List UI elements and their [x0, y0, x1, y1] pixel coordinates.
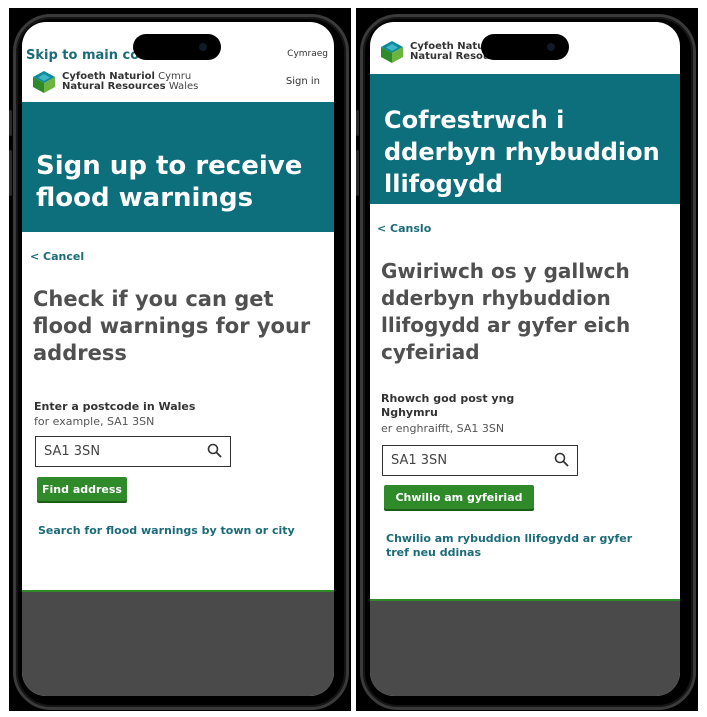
postcode-hint: for example, SA1 3SN — [34, 415, 155, 428]
nrw-logo-icon — [380, 40, 404, 64]
nrw-logo-icon — [32, 70, 56, 94]
postcode-input[interactable]: SA1 3SN — [382, 445, 578, 476]
search-by-town-link[interactable]: Chwilio am rybuddion llifogydd ar gyfer … — [386, 532, 646, 560]
left-screen: Skip to main co Cymraeg Cyfoeth Naturiol… — [22, 22, 334, 696]
left-notch — [133, 34, 221, 60]
postcode-label: Enter a postcode in Wales — [34, 400, 196, 413]
left-phone-mute-button — [9, 110, 12, 136]
page-footer — [22, 590, 334, 696]
page-heading: Check if you can get flood warnings for … — [33, 287, 311, 365]
page-banner-title: Sign up to receive flood warnings — [22, 102, 334, 232]
page-banner-title: Cofrestrwch i dderbyn rhybuddion llifogy… — [370, 74, 680, 204]
postcode-label: Rhowch god post yng Nghymru — [381, 392, 515, 419]
cancel-link[interactable]: < Cancel — [30, 250, 84, 263]
search-icon[interactable] — [554, 452, 569, 471]
postcode-hint: er enghraifft, SA1 3SN — [381, 422, 505, 435]
sign-in-link[interactable]: Sign in — [286, 76, 320, 87]
page-heading: Gwiriwch os y gallwch dderbyn rhybuddion… — [381, 259, 631, 364]
left-phone-volume-button — [9, 150, 12, 196]
find-address-button[interactable]: Find address — [37, 477, 127, 501]
right-phone-volume-button — [356, 150, 359, 196]
find-address-button[interactable]: Chwilio am gyfeiriad — [384, 485, 534, 509]
right-phone-mute-button — [356, 110, 359, 136]
right-screen: Cyfoeth Natu Natural Resources Wales Cof… — [370, 22, 680, 696]
postcode-input[interactable]: SA1 3SN — [35, 436, 231, 467]
search-icon[interactable] — [207, 443, 222, 462]
postcode-input-value: SA1 3SN — [391, 453, 448, 468]
nrw-logo-text: Cyfoeth Naturiol Cymru Natural Resources… — [62, 70, 199, 92]
cancel-link[interactable]: < Canslo — [377, 222, 431, 235]
language-toggle-link[interactable]: Cymraeg — [287, 49, 328, 59]
nrw-logo[interactable]: Cyfoeth Naturiol Cymru Natural Resources… — [32, 70, 198, 94]
postcode-input-value: SA1 3SN — [44, 444, 101, 459]
search-by-town-link[interactable]: Search for flood warnings by town or cit… — [38, 524, 328, 538]
page-footer — [370, 599, 680, 696]
skip-to-main-content-link[interactable]: Skip to main co — [26, 48, 139, 63]
right-notch — [481, 34, 569, 60]
